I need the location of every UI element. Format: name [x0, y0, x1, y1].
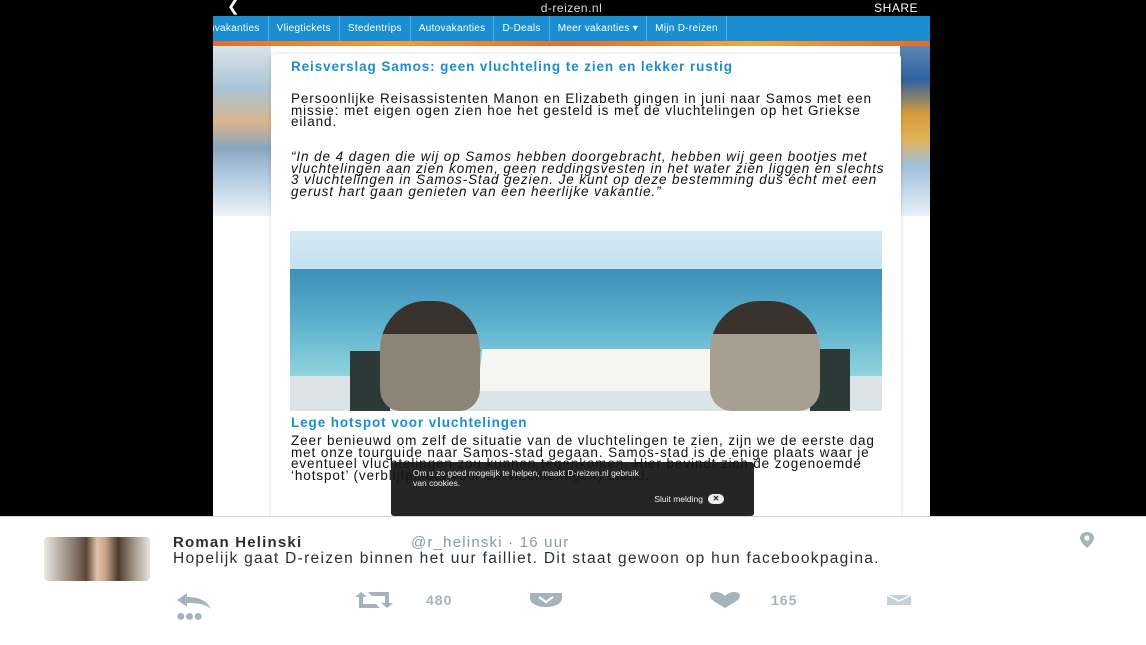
article-title[interactable]: Reisverslag Samos: geen vluchteling te z…: [291, 60, 851, 74]
author-name[interactable]: Roman Helinski: [173, 534, 302, 551]
article-subheading: Lege hotspot voor vluchtelingen: [291, 415, 528, 430]
more-icon[interactable]: ●●●: [176, 609, 203, 625]
photo-table: [477, 349, 733, 391]
photo-person: [380, 301, 480, 411]
nav-item-autovakanties[interactable]: Autovakanties: [411, 16, 495, 41]
page-url-title: d-reizen.nl: [540, 1, 603, 15]
tweet-actions: 480 165: [0, 590, 1146, 614]
cookie-close-button[interactable]: Sluit melding ✕: [654, 494, 724, 504]
share-button[interactable]: SHARE: [874, 1, 918, 15]
nav-item-mijn-d-reizen[interactable]: Mijn D-reizen: [647, 16, 727, 41]
heart-icon[interactable]: [709, 591, 741, 609]
article-card: Reisverslag Samos: geen vluchteling te z…: [271, 54, 901, 516]
cookie-close-label: Sluit melding: [654, 494, 703, 504]
close-icon[interactable]: ✕: [708, 494, 724, 504]
article-quote: “In de 4 dagen die wij op Samos hebben d…: [291, 149, 885, 199]
article-intro: Persoonlijke Reisassistenten Manon en El…: [291, 91, 872, 129]
nav-item-d-deals[interactable]: D-Deals: [494, 16, 550, 41]
nav-accent-stripe: [213, 41, 930, 46]
location-pin-icon[interactable]: [1076, 531, 1098, 549]
site-nav: onvakanties Vliegtickets Stedentrips Aut…: [213, 16, 930, 41]
tweet-card: Roman Helinski @r_helinski · 16 uur Hope…: [0, 516, 1146, 645]
tweet-text: Hopelijk gaat D-reizen binnen het uur fa…: [173, 550, 880, 567]
nav-item-meer-vakanties[interactable]: Meer vakanties ▾: [550, 16, 648, 41]
phone-screen: ❮ d-reizen.nl SHARE onvakanties Vliegtic…: [213, 0, 930, 516]
background-image-right: [900, 46, 930, 216]
photo-sky: [290, 231, 882, 269]
like-count: 165: [771, 592, 798, 608]
browser-bar: ❮ d-reizen.nl SHARE: [213, 0, 930, 16]
nav-item-vliegtickets[interactable]: Vliegtickets: [269, 16, 340, 41]
embedded-screenshot: ❮ d-reizen.nl SHARE onvakanties Vliegtic…: [0, 0, 1146, 516]
article-photo: [290, 231, 882, 411]
photo-person: [710, 301, 820, 411]
nav-item-stedentrips[interactable]: Stedentrips: [340, 16, 411, 41]
cookie-banner: Om u zo goed mogelijk te helpen, maakt D…: [391, 462, 754, 516]
nav-item-zonvakanties[interactable]: onvakanties: [213, 16, 269, 41]
retweet-action[interactable]: 480: [352, 591, 452, 609]
like-action[interactable]: 165: [709, 591, 797, 609]
avatar[interactable]: [44, 537, 150, 581]
retweet-icon[interactable]: [352, 591, 396, 609]
background-image-left: [213, 46, 271, 216]
author-handle-time[interactable]: @r_helinski · 16 uur: [411, 534, 569, 551]
retweet-count: 480: [426, 592, 453, 608]
mail-icon[interactable]: [886, 594, 912, 606]
cookie-text: Om u zo goed mogelijk te helpen, maakt D…: [413, 468, 639, 488]
pocket-icon[interactable]: [528, 592, 564, 608]
